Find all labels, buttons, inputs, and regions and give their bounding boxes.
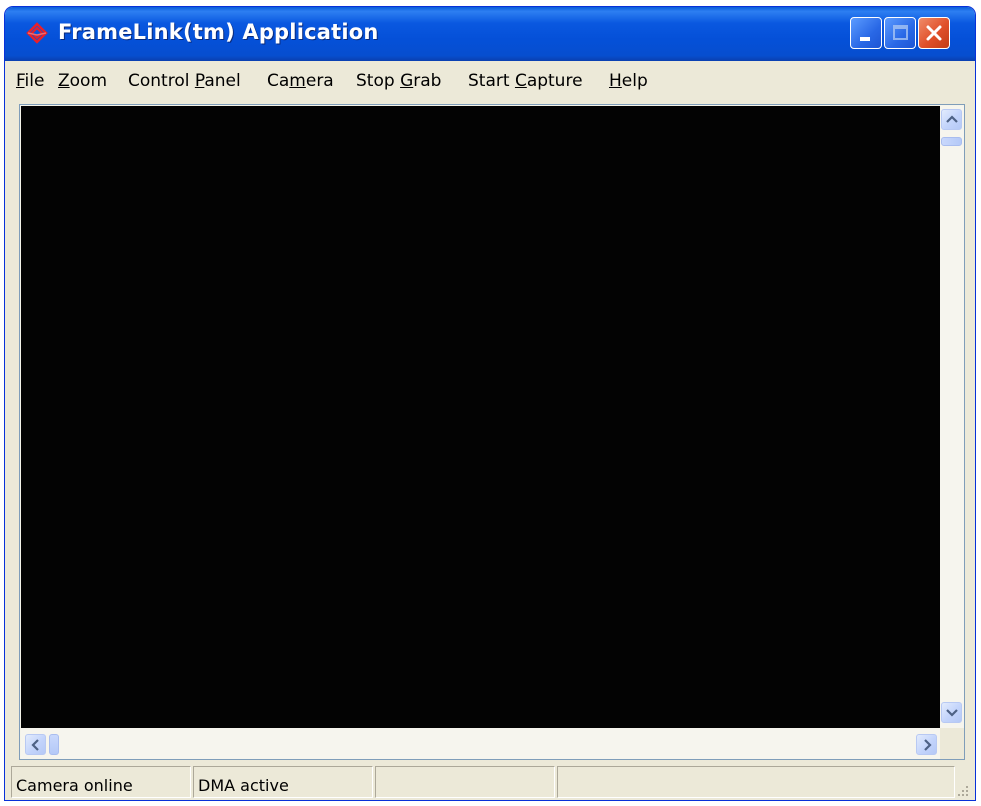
chevron-left-icon [31, 739, 39, 751]
chevron-down-icon [946, 709, 958, 717]
menu-bar: File Zoom Control Panel Camera Stop Grab… [9, 61, 971, 101]
scrollbar-corner [940, 728, 964, 759]
scroll-up-button[interactable] [941, 109, 962, 130]
framelink-logo-icon [26, 22, 48, 44]
image-display-area [19, 104, 965, 760]
menu-help[interactable]: Help [609, 71, 648, 91]
minimize-button[interactable] [850, 17, 882, 49]
camera-viewport[interactable] [21, 106, 940, 728]
status-pane-4 [557, 766, 955, 798]
vertical-scrollbar[interactable] [940, 106, 964, 728]
status-dma: DMA active [193, 766, 373, 798]
window-title: FrameLink(tm) Application [58, 20, 379, 44]
title-bar[interactable]: FrameLink(tm) Application [5, 7, 975, 61]
scroll-down-button[interactable] [941, 702, 962, 723]
resize-grip-icon[interactable] [955, 783, 969, 797]
menu-start-capture[interactable]: Start Capture [468, 71, 583, 91]
menu-zoom[interactable]: Zoom [58, 71, 107, 91]
application-window: FrameLink(tm) Application File Zoom Cont… [5, 7, 975, 800]
menu-control-panel[interactable]: Control Panel [128, 71, 241, 91]
chevron-right-icon [924, 739, 932, 751]
close-icon [926, 25, 942, 41]
menu-camera[interactable]: Camera [267, 71, 334, 91]
scroll-right-button[interactable] [916, 734, 937, 755]
horizontal-scrollbar[interactable] [21, 728, 940, 759]
status-pane-3 [375, 766, 555, 798]
horizontal-scroll-thumb[interactable] [49, 734, 59, 755]
status-bar: Camera online DMA active [9, 764, 971, 800]
menu-file[interactable]: File [16, 71, 44, 91]
menu-stop-grab[interactable]: Stop Grab [356, 71, 441, 91]
maximize-button[interactable] [884, 17, 916, 49]
close-button[interactable] [918, 17, 950, 49]
vertical-scroll-thumb[interactable] [941, 137, 962, 146]
chevron-up-icon [946, 115, 958, 123]
maximize-icon [893, 25, 908, 40]
status-camera: Camera online [11, 766, 191, 798]
minimize-icon [860, 37, 870, 41]
scroll-left-button[interactable] [25, 734, 46, 755]
